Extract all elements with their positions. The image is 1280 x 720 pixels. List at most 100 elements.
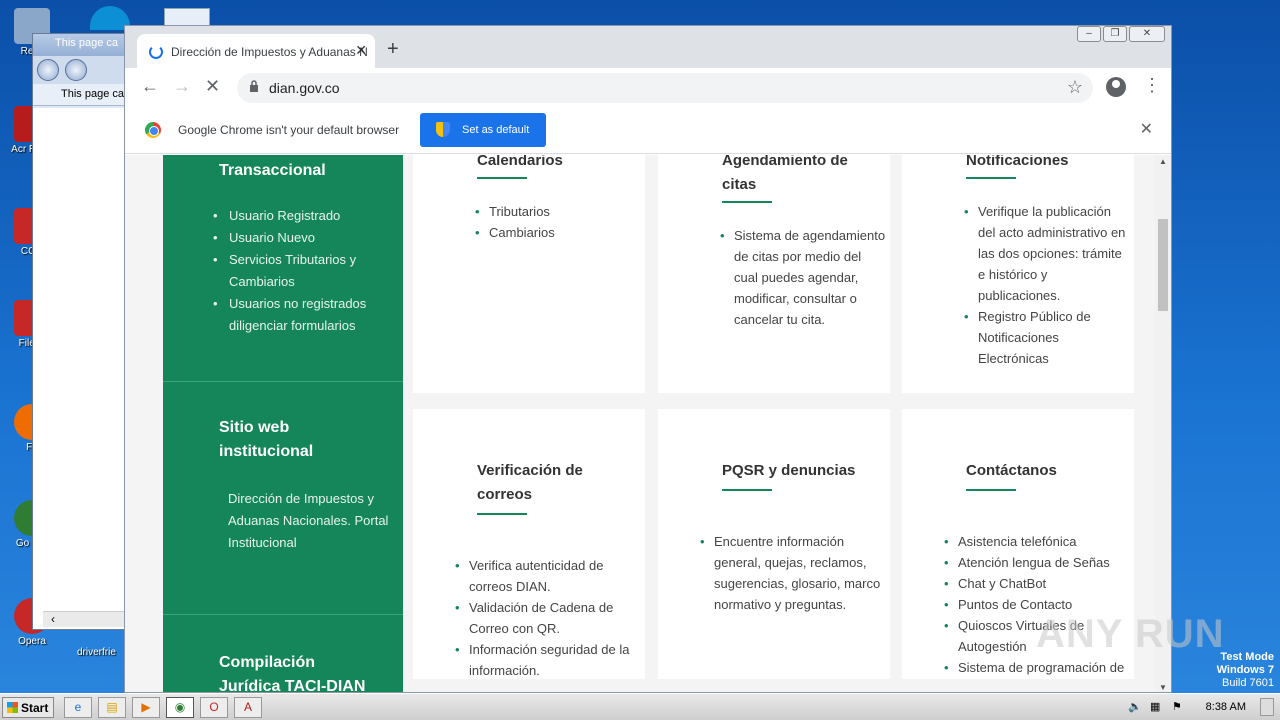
list-item[interactable]: Atención lengua de Señas [944,552,1132,573]
card-title-underline [477,177,527,179]
card-list: Sistema de agendamiento de citas por med… [720,225,886,330]
card-title: Contáctanos [966,462,1057,479]
start-button[interactable]: Start [2,697,54,718]
taskbar-opera-icon[interactable]: O [200,697,228,718]
list-item[interactable]: Sistema de programación de llamada [944,657,1132,679]
taskbar-explorer-icon[interactable]: ▤ [98,697,126,718]
list-item[interactable]: Sistema de agendamiento de citas por med… [720,225,886,330]
section-transaccional[interactable]: Transaccional Usuario Registrado Usuario… [163,155,403,381]
list-item-continued[interactable]: diligenciar formularios [221,315,401,337]
ie-page-body [33,108,131,629]
address-bar[interactable]: dian.gov.co ☆ [237,73,1093,103]
list-item[interactable]: Validación de Cadena de Correo con QR. [455,597,645,639]
taskbar-ie-icon[interactable]: e [64,697,92,718]
card-title-underline [477,513,527,515]
ie-tab[interactable]: This page ca [33,84,131,106]
list-item[interactable]: Registro Público de Notificaciones Elect… [964,306,1128,369]
clock[interactable]: 8:38 AM [1206,701,1246,713]
new-tab-icon[interactable]: + [387,38,399,61]
card-pqsr[interactable]: PQSR y denuncias Encuentre información g… [658,409,890,679]
desktop-icon-driverfrie-label[interactable]: driverfrie [77,647,116,658]
test-mode-watermark: Test Mode Windows 7 Build 7601 [1216,651,1274,689]
tab-strip: Dirección de Impuestos y Aduanas N ✕ + –… [125,26,1171,68]
card-agendamiento[interactable]: Agendamiento decitas Sistema de agendami… [658,155,890,393]
tab-title: Dirección de Impuestos y Aduanas N [171,45,368,59]
system-tray: 🔈 ▦ ⚑ 8:38 AM [1120,696,1280,719]
bookmark-star-icon[interactable]: ☆ [1067,77,1083,98]
ie-forward-icon[interactable] [65,59,87,81]
list-item[interactable]: Usuario Registrado [213,205,401,227]
flag-tray-icon[interactable]: ⚑ [1172,700,1182,713]
card-title: PQSR y denuncias [722,462,856,479]
stop-loading-icon[interactable]: ✕ [205,76,220,97]
network-icon[interactable]: ▦ [1150,700,1160,713]
list-item[interactable]: Información seguridad de la información. [455,639,645,679]
ie-back-icon[interactable] [37,59,59,81]
close-window-icon[interactable]: ✕ [1129,26,1165,42]
list-item-continued[interactable]: Cambiarios [221,271,401,293]
list-item[interactable]: Usuarios no registrados [213,293,401,315]
card-list: Verifica autenticidad de correos DIAN. V… [455,555,645,679]
volume-icon[interactable]: 🔈 [1128,700,1142,713]
list-item[interactable]: Chat y ChatBot [944,573,1132,594]
ie-nav-bar [33,56,131,84]
ie-window[interactable]: This page ca This page ca ‹ [32,33,132,630]
card-list: Tributarios Cambiarios [475,201,645,243]
lock-icon [250,80,258,92]
loading-spinner-icon [149,45,163,59]
set-as-default-label: Set as default [462,124,530,136]
ie-window-title: This page ca [33,34,131,56]
ie-horizontal-scrollbar[interactable]: ‹ [43,611,131,627]
infobar-message: Google Chrome isn't your default browser [178,123,400,137]
taskbar-acrobat-icon[interactable]: A [234,697,262,718]
section-title: Compilación Jurídica TACI-DIAN [219,654,366,693]
restore-icon[interactable]: ❐ [1103,26,1127,42]
card-list: Encuentre información general, quejas, r… [700,531,886,615]
section-list: Usuario Registrado Usuario Nuevo Servici… [213,205,401,337]
scroll-down-icon[interactable]: ▼ [1159,683,1167,692]
chrome-window[interactable]: Dirección de Impuestos y Aduanas N ✕ + –… [124,25,1172,693]
infobar-close-icon[interactable]: ✕ [1140,119,1153,139]
list-item[interactable]: Verifique la publicación del acto admini… [964,201,1128,306]
card-title-underline [722,201,772,203]
card-title: Calendarios [477,155,563,169]
card-calendarios[interactable]: Calendarios Tributarios Cambiarios [413,155,645,393]
list-item[interactable]: Cambiarios [475,222,645,243]
back-icon[interactable]: ← [141,76,159,97]
list-item[interactable]: Verifica autenticidad de correos DIAN. [455,555,645,597]
chrome-logo-icon [145,122,161,138]
browser-tab[interactable]: Dirección de Impuestos y Aduanas N ✕ [137,34,375,68]
scroll-thumb[interactable] [1158,219,1168,311]
taskbar-chrome-icon[interactable]: ◉ [166,697,194,718]
list-item[interactable]: Servicios Tributarios y [213,249,401,271]
section-compilacion[interactable]: Compilación Jurídica TACI-DIAN [163,615,403,693]
card-verificacion-correos[interactable]: Verificación decorreos Verifica autentic… [413,409,645,679]
shield-icon [436,122,450,137]
page-content: Transaccional Usuario Registrado Usuario… [125,155,1157,693]
profile-avatar-icon[interactable] [1106,77,1126,97]
minimize-icon[interactable]: – [1077,26,1101,42]
tab-close-icon[interactable]: ✕ [355,42,367,59]
section-title: Sitio web institucional [219,419,314,460]
card-title: Agendamiento de citas [722,155,848,193]
card-title: Verificación de correos [477,462,583,503]
list-item[interactable]: Asistencia telefónica [944,531,1132,552]
list-item[interactable]: Encuentre información general, quejas, r… [700,531,886,615]
scroll-up-icon[interactable]: ▲ [1159,157,1167,166]
show-desktop-icon[interactable] [1260,698,1274,716]
list-item[interactable]: Usuario Nuevo [213,227,401,249]
url-text: dian.gov.co [269,80,340,96]
card-title-underline [722,489,772,491]
browser-toolbar: ← → ✕ dian.gov.co ☆ ⋮ [125,68,1171,106]
default-browser-infobar: Google Chrome isn't your default browser… [125,106,1171,154]
card-list: Verifique la publicación del acto admini… [964,201,1128,369]
section-sitio-web[interactable]: Sitio web institucional Dirección de Impu… [163,382,403,614]
card-notificaciones[interactable]: Notificaciones Verifique la publicación … [902,155,1134,393]
forward-icon[interactable]: → [173,76,191,97]
list-item[interactable]: Tributarios [475,201,645,222]
menu-kebab-icon[interactable]: ⋮ [1143,75,1161,96]
set-as-default-button[interactable]: Set as default [420,113,546,147]
scroll-left-icon[interactable]: ‹ [51,612,55,626]
taskbar-media-player-icon[interactable]: ▶ [132,697,160,718]
windows-flag-icon [7,702,18,713]
